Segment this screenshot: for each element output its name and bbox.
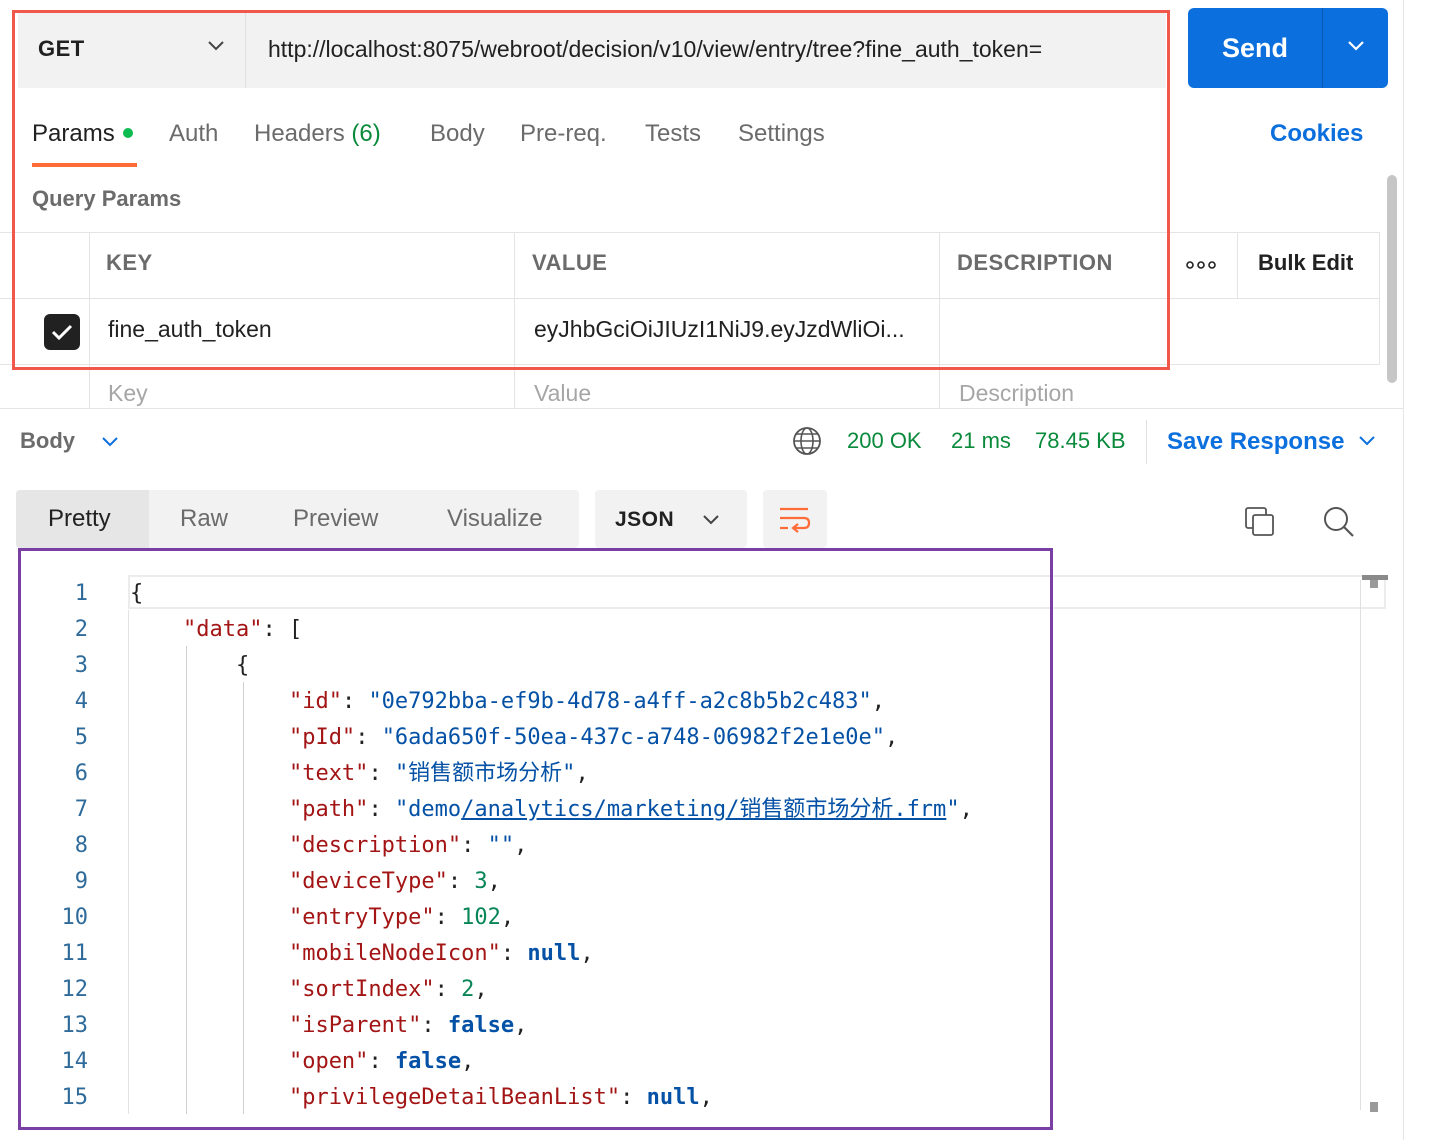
request-highlight-frame [12,10,1170,370]
params-scrollbar[interactable] [1387,175,1397,383]
send-label: Send [1221,32,1288,63]
new-param-value-input[interactable]: Value [534,380,591,407]
tab-pretty[interactable]: Pretty [48,505,111,533]
copy-icon[interactable] [1244,506,1276,538]
new-param-description-input[interactable]: Description [959,380,1074,407]
bulk-edit-button[interactable]: Bulk Edit [1258,250,1353,276]
status-code[interactable]: 200 OK [847,428,922,454]
wrap-lines-icon [780,507,811,533]
send-divider [1322,8,1323,88]
save-response-button[interactable]: Save Response [1167,428,1344,456]
send-button[interactable]: Send [1188,8,1388,88]
tab-raw[interactable]: Raw [180,505,228,533]
globe-icon[interactable] [792,426,822,456]
code-scrollbar-marker [1370,1102,1378,1112]
table-col-divider [1237,232,1238,298]
tab-visualize[interactable]: Visualize [447,505,543,533]
pane-right-border [1403,0,1404,1140]
table-col-divider [1379,232,1380,364]
response-highlight-frame [18,548,1053,1130]
request-pane-bottom-border [0,408,1403,409]
code-scrollbar-marker [1370,580,1378,588]
response-size[interactable]: 78.45 KB [1035,428,1126,454]
search-icon[interactable] [1322,505,1356,539]
send-options-chevron-icon[interactable] [1346,39,1366,53]
response-body-label[interactable]: Body [20,428,75,454]
chevron-down-icon [703,515,719,525]
chevron-down-icon[interactable] [1357,434,1377,448]
divider [1146,420,1147,464]
response-time[interactable]: 21 ms [951,428,1011,454]
new-param-key-input[interactable]: Key [108,380,148,407]
cookies-link[interactable]: Cookies [1270,120,1363,148]
chevron-down-icon[interactable] [100,435,120,449]
tab-preview[interactable]: Preview [293,505,378,533]
code-scrollbar[interactable] [1360,580,1361,1110]
more-options-icon[interactable] [1186,260,1216,270]
format-label: JSON [615,508,675,531]
